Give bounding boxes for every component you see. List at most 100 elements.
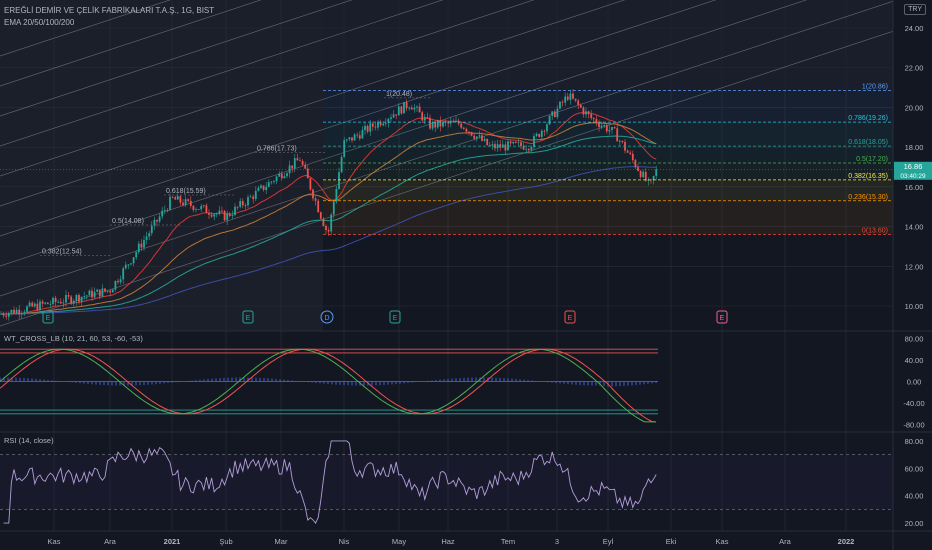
candle: [512, 141, 515, 144]
fib-annotation-label: 0.5(14.08): [112, 218, 144, 225]
candle: [169, 196, 171, 210]
candle: [637, 167, 639, 171]
candle: [104, 288, 106, 292]
time-tick-label: Kas: [716, 537, 729, 546]
candle: [36, 303, 39, 311]
candle: [348, 137, 351, 140]
candle: [410, 107, 413, 110]
candle: [309, 178, 312, 190]
candle: [254, 190, 257, 200]
candle: [517, 142, 520, 144]
candle: [470, 132, 473, 136]
candle: [20, 312, 23, 315]
candle: [257, 187, 260, 191]
candle: [312, 189, 314, 199]
event-marker-label: E: [46, 315, 51, 322]
rsi-tick-label: 40.00: [905, 492, 924, 501]
event-marker-label: E: [720, 315, 725, 322]
candle: [226, 213, 229, 221]
candle: [114, 280, 117, 290]
candle: [543, 130, 546, 132]
candle: [91, 290, 93, 298]
candle: [556, 108, 559, 118]
candle: [26, 306, 28, 312]
candle: [364, 125, 366, 131]
candle: [473, 135, 476, 139]
fib-level-label: 0.236(15.30): [848, 194, 888, 201]
candle: [288, 165, 291, 174]
candle: [39, 301, 41, 311]
candle: [423, 117, 426, 121]
candle: [361, 130, 364, 139]
candle: [23, 311, 26, 313]
candle: [0, 313, 2, 315]
candle: [2, 313, 5, 316]
candle: [148, 233, 151, 237]
candle: [400, 106, 403, 114]
price-tick-label: 10.00: [905, 302, 924, 311]
candle: [176, 196, 179, 200]
candle: [299, 160, 301, 162]
wt-tick-label: 0.00: [907, 378, 922, 387]
symbol-title[interactable]: EREĞLİ DEMİR VE ÇELİK FABRİKALARI T.A.Ş.…: [4, 6, 214, 15]
time-tick-label: May: [392, 537, 406, 546]
rsi-indicator-title[interactable]: RSI (14, close): [4, 436, 54, 445]
currency-badge[interactable]: TRY: [904, 4, 926, 15]
fib-level-label: 0.5(17.20): [856, 156, 888, 163]
candle: [111, 289, 114, 293]
candle: [85, 295, 88, 297]
time-tick-label: Haz: [441, 537, 455, 546]
candle: [559, 101, 561, 109]
ema-legend[interactable]: EMA 20/50/100/200: [4, 18, 74, 27]
candle: [140, 243, 143, 248]
candle: [166, 209, 169, 211]
candle: [49, 303, 52, 305]
candle: [41, 301, 44, 304]
time-tick-label: Ara: [779, 537, 792, 546]
candle: [600, 125, 603, 128]
candle: [371, 123, 374, 127]
candle: [579, 104, 582, 108]
candle: [304, 164, 307, 169]
candle: [462, 127, 465, 129]
fib-level-label: 0.618(18.05): [848, 139, 888, 146]
candle: [10, 309, 13, 313]
candle: [405, 102, 408, 109]
candle: [31, 302, 34, 307]
price-tick-label: 22.00: [905, 64, 924, 73]
wt-tick-label: -80.00: [903, 421, 924, 430]
candle: [605, 125, 608, 132]
candle: [182, 202, 184, 206]
wt-indicator-title[interactable]: WT_CROSS_LB (10, 21, 60, 53, -60, -53): [4, 334, 143, 343]
candle: [322, 218, 325, 226]
rsi-tick-label: 60.00: [905, 464, 924, 473]
candle: [109, 290, 112, 293]
fib-zone: [323, 200, 893, 235]
candle: [200, 206, 203, 210]
chart-canvas[interactable]: 1(20.86) 0.786(19.26) 0.618(18.05) 0.5(17.2…: [0, 0, 932, 550]
candle: [426, 117, 429, 118]
candle: [353, 134, 356, 141]
candle: [345, 139, 348, 141]
candle: [197, 209, 200, 210]
candle: [72, 300, 75, 304]
candle: [569, 93, 572, 100]
wt-tick-label: 80.00: [905, 334, 924, 343]
candle: [465, 128, 468, 132]
candle: [158, 216, 161, 222]
candle: [135, 252, 138, 258]
wt-tick-label: -40.00: [903, 399, 924, 408]
rsi-tick-label: 20.00: [905, 519, 924, 528]
candle: [75, 295, 78, 301]
candle: [80, 296, 83, 302]
candle: [574, 98, 577, 101]
candle: [343, 140, 346, 157]
candle: [325, 225, 327, 230]
candle: [582, 107, 585, 115]
candle: [626, 150, 629, 153]
candle: [403, 102, 405, 114]
candle: [566, 96, 569, 100]
candle: [13, 309, 15, 314]
price-tick-label: 12.00: [905, 262, 924, 271]
candle: [585, 111, 587, 115]
